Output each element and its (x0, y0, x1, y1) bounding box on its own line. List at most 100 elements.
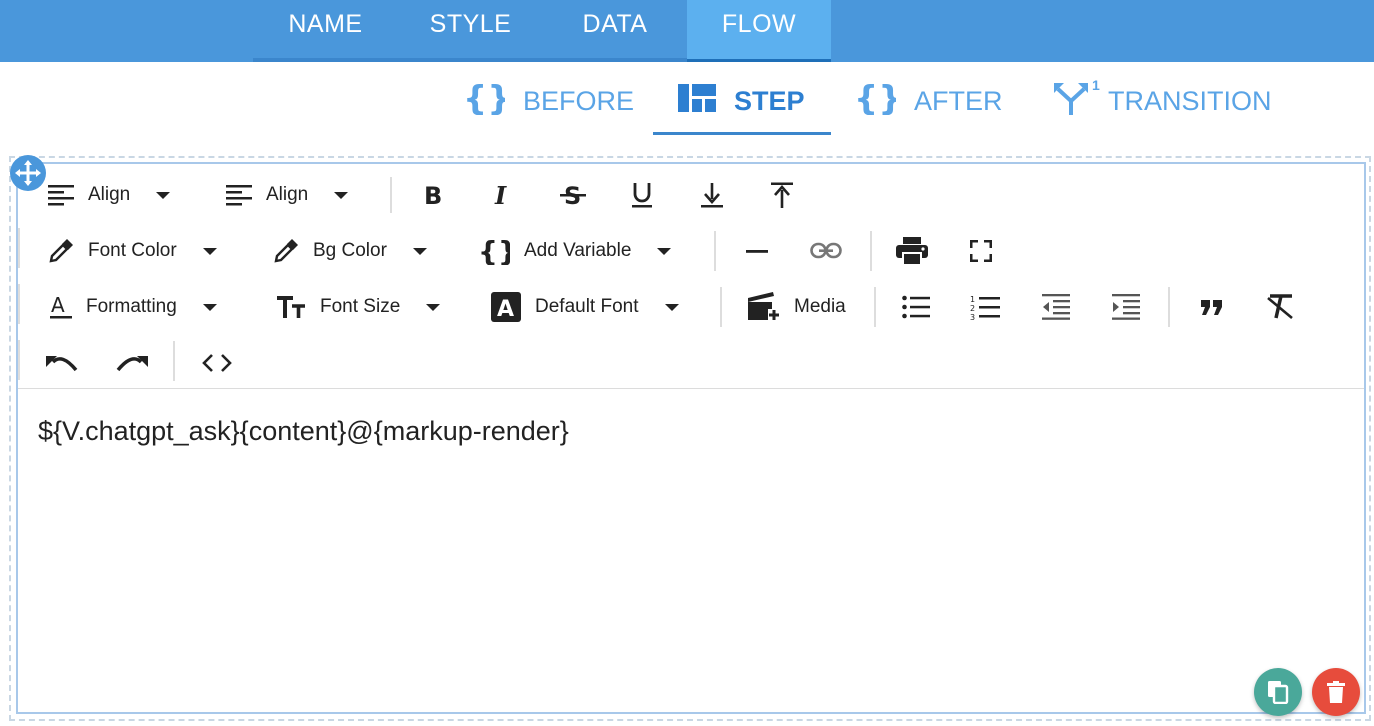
bullet-list-button[interactable] (902, 279, 930, 335)
indent-icon (1112, 294, 1140, 320)
font-size-dropdown[interactable]: Font Size (276, 279, 441, 335)
svg-text:{}: {} (854, 81, 896, 115)
eyedropper-icon (49, 239, 73, 263)
caret-down-icon (412, 247, 427, 255)
braces-icon: {} (463, 79, 511, 122)
formatting-dropdown[interactable]: A Formatting (50, 279, 217, 335)
transition-count-badge: 1 (1092, 76, 1100, 93)
toolbar-row-3: A Formatting Font Size A Default Font Me… (18, 279, 1364, 335)
bold-button[interactable]: B (422, 167, 444, 223)
caret-down-icon (664, 303, 679, 311)
media-button[interactable]: Media (748, 279, 846, 335)
top-tab-bar: NAME STYLE DATA FLOW (0, 0, 1374, 62)
subtab-indicator (653, 132, 831, 135)
code-icon (202, 354, 232, 372)
subtab-before[interactable]: {} BEFORE (463, 78, 634, 124)
indent-button[interactable] (1112, 279, 1140, 335)
bg-color-dropdown[interactable]: Bg Color (273, 223, 427, 279)
italic-button[interactable]: I (492, 167, 514, 223)
outdent-button[interactable] (1042, 279, 1070, 335)
caret-down-icon (334, 191, 349, 199)
default-font-dropdown[interactable]: A Default Font (491, 279, 679, 335)
separator (874, 287, 876, 327)
tab-data[interactable]: DATA (543, 0, 687, 62)
trash-icon (1327, 681, 1345, 703)
italic-icon: I (494, 183, 507, 207)
printer-icon (896, 237, 928, 265)
svg-text:2: 2 (970, 304, 975, 313)
caret-down-icon (426, 303, 441, 311)
caret-down-icon (657, 247, 672, 255)
media-label: Media (794, 296, 846, 317)
add-variable-dropdown[interactable]: {} Add Variable (478, 223, 672, 279)
copy-button[interactable] (1254, 668, 1302, 716)
fullscreen-icon (970, 240, 992, 262)
toolbar-row-1: Align Align B I S (18, 167, 1364, 223)
undo-button[interactable] (46, 335, 78, 391)
svg-text:3: 3 (970, 313, 975, 320)
add-variable-label: Add Variable (524, 240, 632, 261)
font-color-dropdown[interactable]: Font Color (48, 223, 217, 279)
caret-down-icon (202, 303, 217, 311)
quote-icon (1201, 300, 1222, 315)
delete-button[interactable] (1312, 668, 1360, 716)
subtab-label: BEFORE (523, 85, 635, 116)
move-handle-icon[interactable] (10, 155, 46, 191)
undo-icon (46, 356, 78, 372)
superscript-button[interactable] (770, 167, 794, 223)
svg-text:B: B (424, 183, 442, 207)
source-code-button[interactable] (202, 335, 232, 391)
horizontal-rule-button[interactable] (746, 223, 768, 279)
align-label: Align (88, 184, 131, 205)
formatting-label: Formatting (86, 296, 177, 317)
numbered-list-button[interactable]: 123 (970, 279, 1000, 335)
blockquote-button[interactable] (1200, 279, 1224, 335)
align-dropdown[interactable]: Align (48, 167, 171, 223)
fullscreen-button[interactable] (970, 223, 992, 279)
svg-text:1: 1 (970, 295, 975, 304)
underline-button[interactable] (630, 167, 654, 223)
align-dropdown-2[interactable]: Align (226, 167, 349, 223)
separator (1168, 287, 1170, 327)
svg-text:A: A (497, 297, 514, 322)
subscript-button[interactable] (700, 167, 724, 223)
subtab-label: AFTER (914, 85, 1003, 116)
clear-format-icon (1267, 294, 1293, 319)
eyedropper-icon (274, 239, 298, 263)
subtab-label: STEP (734, 85, 805, 116)
default-font-label: Default Font (535, 296, 639, 317)
separator (173, 341, 175, 381)
link-button[interactable] (810, 223, 842, 279)
align-label: Align (266, 184, 309, 205)
print-button[interactable] (896, 223, 928, 279)
subtab-transition[interactable]: 1 TRANSITION (1052, 76, 1272, 124)
font-color-label: Font Color (88, 240, 177, 261)
font-size-icon (277, 296, 305, 318)
underline-icon (632, 183, 652, 208)
editor-content[interactable]: ${V.chatgpt_ask}{content}@{markup-render… (38, 416, 569, 447)
tab-flow[interactable]: FLOW (687, 0, 831, 62)
numbered-list-icon: 123 (970, 295, 1000, 320)
align-left-icon (226, 185, 252, 206)
redo-button[interactable] (116, 335, 148, 391)
separator (720, 287, 722, 327)
braces-icon: {} (478, 237, 510, 265)
toolbar-row-4 (18, 335, 1364, 391)
separator (390, 177, 392, 213)
subtab-after[interactable]: {} AFTER (854, 78, 1003, 124)
svg-text:A: A (51, 294, 65, 317)
bullet-list-icon (902, 295, 930, 319)
tab-name[interactable]: NAME (253, 0, 398, 62)
redo-icon (116, 356, 148, 372)
subtab-label: TRANSITION (1108, 85, 1272, 116)
braces-icon: {} (854, 79, 902, 122)
horizontal-line-icon (746, 250, 768, 253)
strikethrough-button[interactable]: S (560, 167, 586, 223)
svg-text:{}: {} (463, 81, 505, 115)
subtab-step[interactable]: STEP (678, 78, 805, 124)
font-size-label: Font Size (320, 296, 401, 317)
clear-format-button[interactable] (1266, 279, 1294, 335)
separator (714, 231, 716, 271)
svg-text:{}: {} (478, 237, 510, 265)
tab-style[interactable]: STYLE (398, 0, 543, 62)
